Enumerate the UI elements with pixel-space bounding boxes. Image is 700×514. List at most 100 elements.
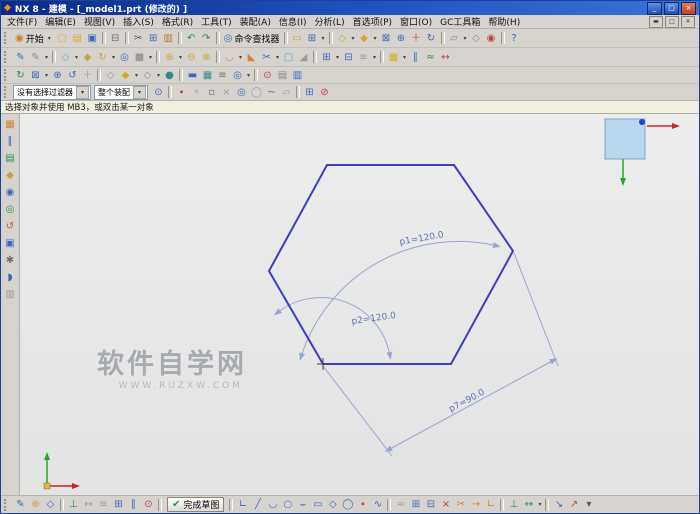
menu-item-9[interactable]: 首选项(P) xyxy=(349,15,396,28)
dimension-label-p2[interactable]: p2=120.0 xyxy=(351,311,397,327)
unite-icon[interactable]: ⊕ xyxy=(162,50,177,65)
section-icon[interactable]: ▬ xyxy=(185,68,200,83)
extrude-icon[interactable]: ◆ xyxy=(80,50,95,65)
dimension-icon-dropdown[interactable]: ▾ xyxy=(536,501,543,508)
front-view-icon-dropdown[interactable]: ▾ xyxy=(462,35,469,42)
toolbar-grip[interactable] xyxy=(4,51,9,63)
touch-mode-icon[interactable]: ▭ xyxy=(290,31,305,46)
toolbar-grip[interactable] xyxy=(4,32,9,44)
save-icon[interactable]: ▣ xyxy=(85,31,100,46)
sketch-task-icon-dropdown[interactable]: ▾ xyxy=(43,54,50,61)
close-button[interactable]: × xyxy=(681,2,696,15)
shell-icon[interactable]: ▢ xyxy=(281,50,296,65)
spline-icon[interactable]: ∿ xyxy=(370,497,385,512)
rotate-view-icon[interactable]: ↻ xyxy=(424,31,439,46)
snap-toggle-icon[interactable]: ⊙ xyxy=(141,497,156,512)
child-restore-button[interactable]: □ xyxy=(665,16,679,28)
front-view-icon[interactable]: ▱ xyxy=(447,31,462,46)
iso-view-icon[interactable]: ◇ xyxy=(469,31,484,46)
menu-item-8[interactable]: 分析(L) xyxy=(311,15,349,28)
endpoint-icon[interactable]: ∙ xyxy=(174,85,189,100)
wcs-triad[interactable] xyxy=(605,119,680,186)
shaded-edges-icon[interactable]: ◆ xyxy=(118,68,133,83)
point-on-face-icon[interactable]: ▱ xyxy=(279,85,294,100)
web-browser-icon[interactable]: ◎ xyxy=(3,202,18,217)
pan-icon[interactable]: ＋ xyxy=(409,31,424,46)
refresh-icon[interactable]: ↻ xyxy=(13,68,28,83)
show-hide-icon-dropdown[interactable]: ▾ xyxy=(245,72,252,79)
history-icon[interactable]: ↺ xyxy=(3,219,18,234)
window-icon-dropdown[interactable]: ▾ xyxy=(320,35,327,42)
hd3d-tools-icon[interactable]: ◉ xyxy=(3,185,18,200)
graphics-window[interactable]: p1=120.0 p2=120.0 p7=90.0 xyxy=(20,114,699,504)
new-file-icon[interactable]: ▢ xyxy=(55,31,70,46)
sketch-canvas[interactable]: p1=120.0 p2=120.0 p7=90.0 xyxy=(20,114,699,504)
unite-icon-dropdown[interactable]: ▾ xyxy=(177,54,184,61)
move-face-icon[interactable]: ↔ xyxy=(438,50,453,65)
offset-icon-dropdown[interactable]: ▾ xyxy=(371,54,378,61)
finish-sketch-button[interactable]: ✔ 完成草图 xyxy=(167,497,224,512)
trim-body-icon-dropdown[interactable]: ▾ xyxy=(274,54,281,61)
shaded-edges-icon-dropdown[interactable]: ▾ xyxy=(133,72,140,79)
undo-icon[interactable]: ↶ xyxy=(184,31,199,46)
edge-blend-icon-dropdown[interactable]: ▾ xyxy=(237,54,244,61)
mirror-feature-icon[interactable]: ⊟ xyxy=(341,50,356,65)
assembly-icon[interactable]: ▦ xyxy=(386,50,401,65)
layer-icon[interactable]: ≡ xyxy=(215,68,230,83)
redo-icon[interactable]: ↷ xyxy=(199,31,214,46)
reattach-icon[interactable]: ⊕ xyxy=(28,497,43,512)
wireframe-icon-dropdown[interactable]: ▾ xyxy=(155,72,162,79)
show-hide-icon[interactable]: ◎ xyxy=(230,68,245,83)
ellipse-icon[interactable]: ◯ xyxy=(340,497,355,512)
background-icon[interactable]: ▦ xyxy=(200,68,215,83)
minimize-button[interactable]: _ xyxy=(647,2,662,15)
edge-blend-icon[interactable]: ◡ xyxy=(222,50,237,65)
revolve-icon-dropdown[interactable]: ▾ xyxy=(110,54,117,61)
menu-item-1[interactable]: 编辑(E) xyxy=(41,15,80,28)
draft-icon[interactable]: ◢ xyxy=(296,50,311,65)
control-point-icon[interactable]: ▫ xyxy=(204,85,219,100)
pattern-feature-icon[interactable]: ⊞ xyxy=(319,50,334,65)
sketch-origin-cross[interactable] xyxy=(317,358,329,370)
hexagon-sketch[interactable] xyxy=(269,165,513,364)
rectangle-icon[interactable]: ▭ xyxy=(310,497,325,512)
alternate-solution-icon[interactable]: ⊞ xyxy=(111,497,126,512)
orient-sketch-icon[interactable]: ◇ xyxy=(43,497,58,512)
named-views-icon[interactable]: ▤ xyxy=(275,68,290,83)
dimension-icon[interactable]: ↔ xyxy=(521,497,536,512)
rotate-icon[interactable]: ↺ xyxy=(65,68,80,83)
toolbar-grip[interactable] xyxy=(4,86,9,98)
open-icon[interactable]: ▤ xyxy=(70,31,85,46)
pan-hand-icon[interactable]: ＋ xyxy=(80,68,95,83)
fit-icon-dropdown[interactable]: ▾ xyxy=(43,72,50,79)
mirror-curve-icon[interactable]: ⊟ xyxy=(423,497,438,512)
profile-icon[interactable]: ∟ xyxy=(235,497,250,512)
part-navigator-icon[interactable]: ▤ xyxy=(3,151,18,166)
snapshot-icon[interactable]: ◉ xyxy=(484,31,499,46)
child-close-button[interactable]: × xyxy=(681,16,695,28)
print-icon[interactable]: ⊟ xyxy=(108,31,123,46)
auto-dimension-icon[interactable]: ↔ xyxy=(81,497,96,512)
cut-icon[interactable]: ✂ xyxy=(131,31,146,46)
intersection-point-icon[interactable]: × xyxy=(438,497,453,512)
nav-down-right-icon[interactable]: ↘ xyxy=(551,497,566,512)
menu-item-6[interactable]: 装配(A) xyxy=(236,15,275,28)
quadrant-icon[interactable]: ◯ xyxy=(249,85,264,100)
studio-render-icon[interactable]: ● xyxy=(162,68,177,83)
shaded-icon[interactable]: ◆ xyxy=(357,31,372,46)
pattern-feature-icon-dropdown[interactable]: ▾ xyxy=(334,54,341,61)
maximize-button[interactable]: □ xyxy=(664,2,679,15)
angle-dimension-arc-p1[interactable] xyxy=(301,241,497,357)
perspective-icon[interactable]: ◇ xyxy=(103,68,118,83)
zoom-icon[interactable]: ⊕ xyxy=(394,31,409,46)
quick-trim-icon[interactable]: ✂ xyxy=(453,497,468,512)
sketch-task-icon[interactable]: ✎ xyxy=(28,50,43,65)
more-tools-icon[interactable]: ▾ xyxy=(581,497,596,512)
child-minimize-button[interactable]: ▬ xyxy=(649,16,663,28)
block-icon-dropdown[interactable]: ▾ xyxy=(147,54,154,61)
angle-dimension-arc-p2[interactable] xyxy=(277,297,390,356)
toolbar-grip[interactable] xyxy=(4,69,9,81)
menu-item-11[interactable]: GC工具箱 xyxy=(436,15,484,28)
linear-dimension-line-p7[interactable] xyxy=(388,360,554,450)
view-orient-icon-dropdown[interactable]: ▾ xyxy=(350,35,357,42)
